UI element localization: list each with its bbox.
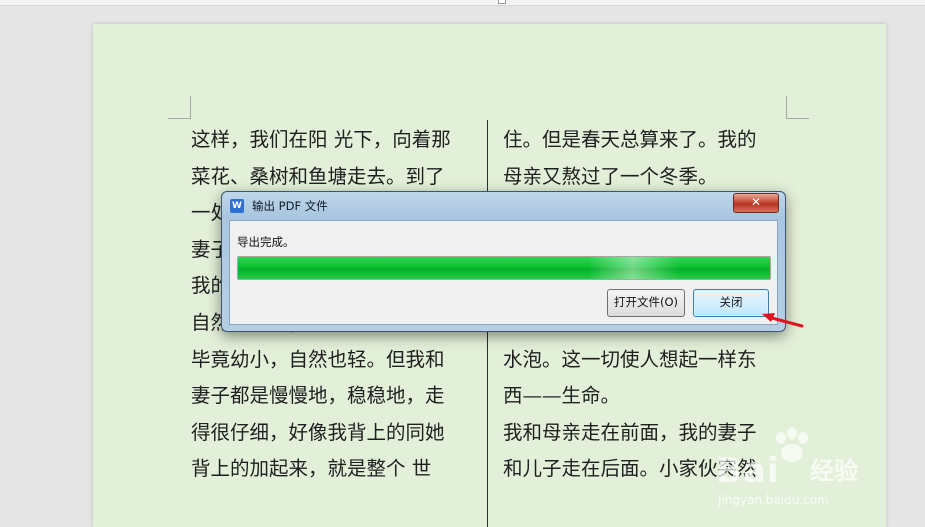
text-line: 背上的加起来，就是整个 世: [191, 457, 432, 481]
text-line: 住。但是春天总算来了。我的: [503, 128, 757, 151]
progress-shine: [588, 257, 678, 279]
text-line: 这样，我们在阳 光下，向着那: [191, 128, 451, 151]
red-arrow-annotation: [762, 313, 804, 328]
ruler-strip: [0, 0, 925, 6]
dialog-titlebar[interactable]: W 输出 PDF 文件 ✕: [222, 192, 785, 220]
ruler-marker: [498, 0, 506, 4]
watermark-brand: Bai: [716, 451, 780, 491]
text-line: 母亲又熬过了一个冬季。: [503, 164, 718, 188]
close-icon: ✕: [750, 195, 762, 209]
export-status-text: 导出完成。: [237, 235, 295, 249]
wps-app-icon: W: [230, 199, 244, 213]
text-line: 得很仔细，好像我背上的同她: [191, 420, 445, 444]
progress-fill: [238, 257, 770, 279]
export-progress-bar: [237, 256, 771, 280]
export-pdf-dialog: W 输出 PDF 文件 ✕ 导出完成。 打开文件(O) 关闭: [221, 191, 786, 332]
watermark-brand-cn: 经验: [810, 457, 858, 485]
margin-corner-top-left: [168, 96, 191, 119]
watermark-url: jingyan.baidu.com: [718, 493, 829, 507]
dialog-body: 导出完成。 打开文件(O) 关闭: [229, 220, 778, 325]
baidu-jingyan-watermark: Bai 经验 jingyan.baidu.com: [698, 425, 883, 525]
text-line: 水泡。这一切使人想起一样东: [503, 347, 757, 371]
text-line: 毕竟幼小，自然也轻。但我和: [191, 347, 445, 371]
dialog-title: 输出 PDF 文件: [252, 199, 328, 213]
margin-corner-top-right: [786, 96, 809, 119]
open-file-button[interactable]: 打开文件(O): [607, 289, 685, 317]
text-line: 西——生命。: [503, 384, 621, 408]
text-line: 妻子都是慢慢地，稳稳地，走: [191, 384, 445, 408]
window-close-button[interactable]: ✕: [733, 193, 779, 213]
text-line: 菜花、桑树和鱼塘走去。到了: [191, 164, 445, 188]
